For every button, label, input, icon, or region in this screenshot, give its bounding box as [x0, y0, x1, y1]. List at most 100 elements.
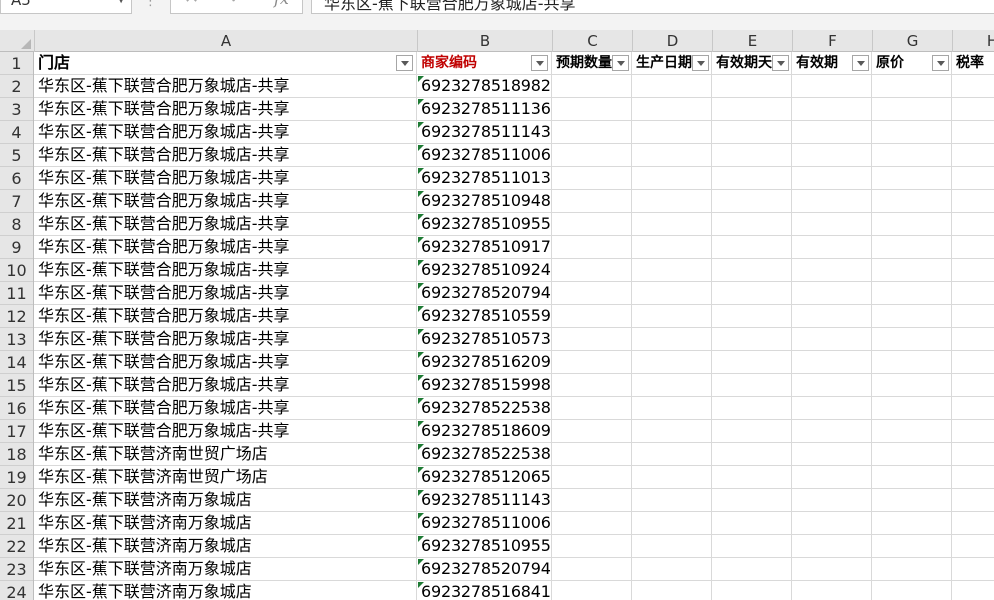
- filter-dropdown-icon[interactable]: [932, 55, 949, 71]
- empty-cell[interactable]: [792, 512, 872, 534]
- empty-cell[interactable]: [952, 581, 994, 600]
- empty-cell[interactable]: [712, 351, 792, 373]
- empty-cell[interactable]: [632, 259, 712, 281]
- empty-cell[interactable]: [872, 236, 952, 258]
- store-cell[interactable]: 华东区-蕉下联营合肥万象城店-共享: [34, 144, 416, 166]
- merchant-code-cell[interactable]: 6923278510924: [417, 259, 551, 281]
- empty-cell[interactable]: [552, 397, 632, 419]
- empty-cell[interactable]: [632, 75, 712, 97]
- row-header[interactable]: 23: [0, 558, 33, 581]
- empty-cell[interactable]: [712, 259, 792, 281]
- row-header[interactable]: 11: [0, 282, 33, 305]
- empty-cell[interactable]: [712, 535, 792, 557]
- empty-cell[interactable]: [632, 374, 712, 396]
- row-header[interactable]: 8: [0, 213, 33, 236]
- empty-cell[interactable]: [552, 167, 632, 189]
- empty-cell[interactable]: [792, 213, 872, 235]
- empty-cell[interactable]: [632, 512, 712, 534]
- empty-cell[interactable]: [552, 282, 632, 304]
- empty-cell[interactable]: [952, 535, 994, 557]
- header-cell-shelf-days[interactable]: 有效期天: [712, 52, 774, 74]
- empty-cell[interactable]: [712, 190, 792, 212]
- row-header[interactable]: 12: [0, 305, 33, 328]
- header-cell-expected-qty[interactable]: 预期数量: [552, 52, 614, 74]
- empty-cell[interactable]: [872, 558, 952, 580]
- empty-cell[interactable]: [792, 75, 872, 97]
- empty-cell[interactable]: [792, 581, 872, 600]
- row-header[interactable]: 20: [0, 489, 33, 512]
- column-header-h[interactable]: H: [952, 30, 994, 52]
- row-header[interactable]: 13: [0, 328, 33, 351]
- row-header[interactable]: 22: [0, 535, 33, 558]
- cancel-icon[interactable]: ✕: [184, 0, 199, 8]
- empty-cell[interactable]: [632, 213, 712, 235]
- empty-cell[interactable]: [952, 558, 994, 580]
- store-cell[interactable]: 华东区-蕉下联营合肥万象城店-共享: [34, 305, 416, 327]
- store-cell[interactable]: 华东区-蕉下联营合肥万象城店-共享: [34, 190, 416, 212]
- name-box-dropdown-icon[interactable]: ▼: [117, 0, 125, 5]
- row-header[interactable]: 5: [0, 144, 33, 167]
- empty-cell[interactable]: [952, 144, 994, 166]
- empty-cell[interactable]: [632, 144, 712, 166]
- store-cell[interactable]: 华东区-蕉下联营合肥万象城店-共享: [34, 167, 416, 189]
- merchant-code-cell[interactable]: 6923278520794: [417, 558, 551, 580]
- empty-cell[interactable]: [952, 121, 994, 143]
- empty-cell[interactable]: [552, 190, 632, 212]
- row-header[interactable]: 17: [0, 420, 33, 443]
- row-header[interactable]: 21: [0, 512, 33, 535]
- empty-cell[interactable]: [712, 466, 792, 488]
- empty-cell[interactable]: [632, 351, 712, 373]
- merchant-code-cell[interactable]: 6923278522538: [417, 397, 551, 419]
- merchant-code-cell[interactable]: 6923278515998: [417, 374, 551, 396]
- row-header[interactable]: 6: [0, 167, 33, 190]
- empty-cell[interactable]: [872, 397, 952, 419]
- row-header[interactable]: 3: [0, 98, 33, 121]
- row-header[interactable]: 4: [0, 121, 33, 144]
- empty-cell[interactable]: [872, 581, 952, 600]
- empty-cell[interactable]: [792, 121, 872, 143]
- empty-cell[interactable]: [552, 236, 632, 258]
- empty-cell[interactable]: [632, 190, 712, 212]
- empty-cell[interactable]: [792, 259, 872, 281]
- empty-cell[interactable]: [552, 305, 632, 327]
- formula-input[interactable]: 华东区-蕉下联营合肥万象城店-共享: [311, 0, 994, 14]
- empty-cell[interactable]: [552, 420, 632, 442]
- name-box[interactable]: A5 ▼: [0, 0, 132, 14]
- empty-cell[interactable]: [632, 420, 712, 442]
- empty-cell[interactable]: [952, 167, 994, 189]
- row-header[interactable]: 1: [0, 52, 33, 75]
- row-header[interactable]: 16: [0, 397, 33, 420]
- empty-cell[interactable]: [872, 466, 952, 488]
- empty-cell[interactable]: [712, 328, 792, 350]
- column-header-a[interactable]: A: [34, 30, 417, 52]
- merchant-code-cell[interactable]: 6923278518609: [417, 420, 551, 442]
- merchant-code-cell[interactable]: 6923278510955: [417, 213, 551, 235]
- store-cell[interactable]: 华东区-蕉下联营合肥万象城店-共享: [34, 397, 416, 419]
- row-header[interactable]: 9: [0, 236, 33, 259]
- empty-cell[interactable]: [712, 98, 792, 120]
- empty-cell[interactable]: [872, 167, 952, 189]
- header-cell-store[interactable]: 门店: [34, 52, 416, 74]
- merchant-code-cell[interactable]: 6923278510559: [417, 305, 551, 327]
- row-header[interactable]: 2: [0, 75, 33, 98]
- empty-cell[interactable]: [792, 305, 872, 327]
- empty-cell[interactable]: [632, 167, 712, 189]
- empty-cell[interactable]: [792, 489, 872, 511]
- empty-cell[interactable]: [552, 259, 632, 281]
- merchant-code-cell[interactable]: 6923278511006: [417, 512, 551, 534]
- empty-cell[interactable]: [872, 374, 952, 396]
- empty-cell[interactable]: [552, 512, 632, 534]
- row-header[interactable]: 24: [0, 581, 33, 600]
- merchant-code-cell[interactable]: 6923278511143: [417, 121, 551, 143]
- merchant-code-cell[interactable]: 6923278511006: [417, 144, 551, 166]
- column-header-g[interactable]: G: [872, 30, 952, 52]
- merchant-code-cell[interactable]: 6923278511136: [417, 98, 551, 120]
- header-cell-tax-rate[interactable]: 税率: [952, 52, 994, 74]
- merchant-code-cell[interactable]: 6923278518982: [417, 75, 551, 97]
- empty-cell[interactable]: [792, 351, 872, 373]
- merchant-code-cell[interactable]: 6923278516841: [417, 581, 551, 600]
- store-cell[interactable]: 华东区-蕉下联营合肥万象城店-共享: [34, 420, 416, 442]
- empty-cell[interactable]: [712, 305, 792, 327]
- empty-cell[interactable]: [872, 190, 952, 212]
- empty-cell[interactable]: [792, 397, 872, 419]
